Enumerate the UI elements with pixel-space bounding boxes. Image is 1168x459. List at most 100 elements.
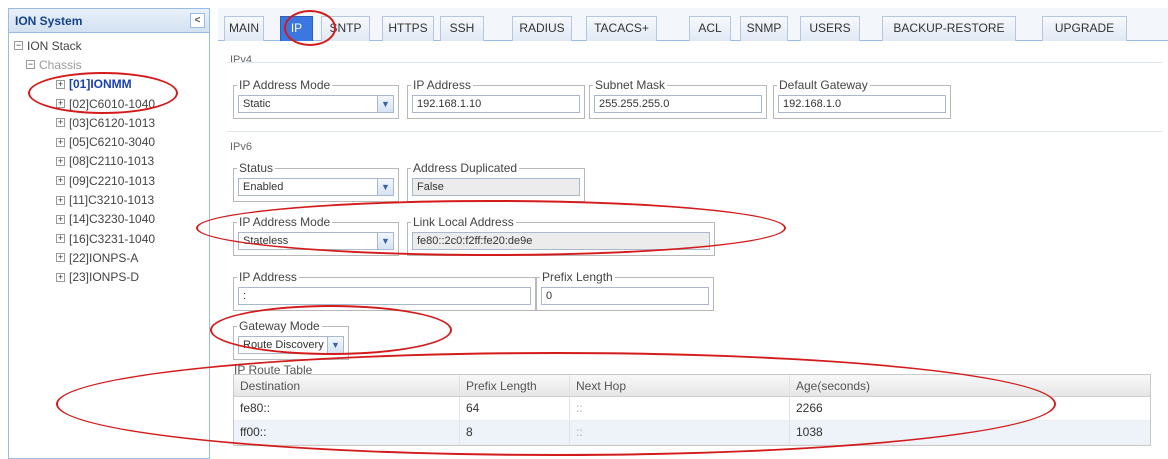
tree-item-module[interactable]: + [16]C3231-1040 — [12, 229, 209, 248]
ipv6-mode-value: Stateless — [243, 235, 289, 247]
expand-toggle-icon[interactable]: + — [56, 99, 65, 109]
expand-toggle-icon[interactable]: + — [56, 137, 65, 147]
tree-item-module[interactable]: + [11]C3210-1013 — [12, 190, 209, 209]
prefix-length-fieldset: Prefix Length 0 — [536, 270, 714, 311]
chevron-down-icon[interactable]: ▼ — [327, 337, 343, 353]
expand-toggle-icon[interactable]: + — [56, 79, 65, 89]
tree-item-label: [11]C3210-1013 — [69, 193, 155, 208]
chevron-down-icon[interactable]: ▼ — [377, 96, 393, 112]
tree-item-module[interactable]: + [02]C6010-1040 — [12, 94, 209, 113]
link-local-address-label: Link Local Address — [411, 215, 516, 229]
table-cell: 2266 — [796, 401, 823, 415]
tab-https[interactable]: HTTPS — [382, 16, 434, 41]
default-gateway-input[interactable]: 192.168.1.0 — [778, 95, 946, 113]
chevron-down-icon[interactable]: ▼ — [377, 179, 393, 195]
tab-backup-restore[interactable]: BACKUP-RESTORE — [882, 16, 1016, 41]
tree-item-label: [09]C2210-1013 — [69, 173, 156, 188]
tree-item-module[interactable]: + [22]IONPS-A — [12, 248, 209, 267]
ipv4-mode-select[interactable]: Static ▼ — [238, 95, 394, 113]
expand-toggle-icon[interactable]: + — [56, 195, 65, 205]
tab-bar: MAIN IP SNTP HTTPS SSH RADIUS TACACS+ AC… — [218, 8, 1168, 41]
tree-item-label: [14]C3230-1040 — [69, 212, 156, 227]
column-header[interactable]: Destination — [234, 375, 460, 396]
ipv6-mode-label: IP Address Mode — [237, 215, 333, 229]
address-duplicated-label: Address Duplicated — [411, 161, 520, 175]
table-header: Destination Prefix Length Next Hop Age(s… — [234, 375, 1150, 397]
ipv6-address-fieldset: IP Address : — [233, 270, 536, 311]
ipv6-status-fieldset: Status Enabled ▼ — [233, 161, 399, 202]
ipv6-status-value: Enabled — [243, 181, 284, 193]
prefix-length-label: Prefix Length — [540, 270, 615, 284]
table-cell: 1038 — [796, 425, 823, 439]
collapse-icon[interactable]: < — [190, 13, 205, 28]
tree-item-label: [05]C6210-3040 — [69, 135, 156, 150]
expand-toggle-icon[interactable]: + — [56, 156, 65, 166]
collapse-toggle-icon[interactable]: − — [14, 41, 23, 51]
ipv6-section-label: IPv6 — [230, 141, 253, 153]
default-gateway-label: Default Gateway — [777, 78, 870, 92]
column-header[interactable]: Prefix Length — [460, 375, 570, 396]
table-cell: 8 — [460, 421, 570, 444]
ipv4-address-label: IP Address — [411, 78, 473, 92]
expand-toggle-icon[interactable]: + — [56, 253, 65, 263]
column-header[interactable]: Next Hop — [570, 375, 790, 396]
tree-item-module[interactable]: + [14]C3230-1040 — [12, 210, 209, 229]
expand-toggle-icon[interactable]: + — [56, 234, 65, 244]
tree-item-module[interactable]: + [09]C2210-1013 — [12, 171, 209, 190]
collapse-toggle-icon[interactable]: − — [26, 60, 35, 70]
link-local-address-field: fe80::2c0:f2ff:fe20:de9e — [412, 232, 710, 250]
ipv6-mode-fieldset: IP Address Mode Stateless ▼ — [233, 215, 399, 256]
expand-toggle-icon[interactable]: + — [56, 214, 65, 224]
table-cell: ff00:: — [234, 421, 460, 444]
tree-item-label: [16]C3231-1040 — [69, 231, 156, 246]
tree-item-module[interactable]: + [23]IONPS-D — [12, 268, 209, 287]
tree-item-label: [02]C6010-1040 — [69, 96, 156, 111]
tab-upgrade[interactable]: UPGRADE — [1042, 16, 1127, 41]
tree-item-label: ION Stack — [27, 38, 82, 53]
tab-tacacs[interactable]: TACACS+ — [586, 16, 657, 41]
subnet-mask-input[interactable]: 255.255.255.0 — [594, 95, 762, 113]
tab-main[interactable]: MAIN — [224, 16, 264, 41]
prefix-length-input[interactable]: 0 — [541, 287, 709, 305]
ipv6-mode-select[interactable]: Stateless ▼ — [238, 232, 394, 250]
tree-item-label: [22]IONPS-A — [69, 250, 139, 265]
chevron-down-icon[interactable]: ▼ — [377, 233, 393, 249]
ipv4-address-input[interactable]: 192.168.1.10 — [412, 95, 580, 113]
subnet-mask-label: Subnet Mask — [593, 78, 668, 92]
gateway-mode-fieldset: Gateway Mode Route Discovery ▼ — [233, 319, 349, 360]
link-local-address-fieldset: Link Local Address fe80::2c0:f2ff:fe20:d… — [407, 215, 715, 256]
divider — [227, 62, 1162, 63]
tab-acl[interactable]: ACL — [689, 16, 731, 41]
tab-radius[interactable]: RADIUS — [512, 16, 572, 41]
sidebar: ION System < − ION Stack − Chassis + [01… — [8, 8, 210, 459]
divider — [227, 131, 1162, 132]
expand-toggle-icon[interactable]: + — [56, 176, 65, 186]
column-header[interactable]: Age(seconds) — [790, 375, 1150, 396]
table-row[interactable]: ff00:: 8 :: 1038 — [234, 421, 1150, 445]
tree-item-ionmm[interactable]: + [01]IONMM — [12, 75, 209, 94]
tree-item-label: Chassis — [39, 57, 82, 72]
tree: − ION Stack − Chassis + [01]IONMM + [02]… — [9, 33, 209, 287]
ipv6-status-label: Status — [237, 161, 276, 175]
tab-users[interactable]: USERS — [800, 16, 860, 41]
ipv6-status-select[interactable]: Enabled ▼ — [238, 178, 394, 196]
tab-sntp[interactable]: SNTP — [321, 16, 370, 41]
sidebar-title: ION System — [15, 14, 83, 28]
tree-item-module[interactable]: + [08]C2110-1013 — [12, 152, 209, 171]
tree-item-module[interactable]: + [05]C6210-3040 — [12, 132, 209, 151]
tab-ip[interactable]: IP — [280, 16, 313, 41]
ipv4-section-label: IPv4 — [230, 54, 253, 66]
ipv6-address-input[interactable]: : — [238, 287, 531, 305]
table-row[interactable]: fe80:: 64 :: 2266 — [234, 397, 1150, 421]
expand-toggle-icon[interactable]: + — [56, 118, 65, 128]
default-gateway-fieldset: Default Gateway 192.168.1.0 — [773, 78, 951, 119]
tree-item-ion-stack[interactable]: − ION Stack — [12, 36, 209, 55]
address-duplicated-fieldset: Address Duplicated False — [407, 161, 585, 202]
tab-snmp[interactable]: SNMP — [740, 16, 788, 41]
gateway-mode-select[interactable]: Route Discovery ▼ — [238, 336, 344, 354]
tree-item-chassis[interactable]: − Chassis — [12, 55, 209, 74]
expand-toggle-icon[interactable]: + — [56, 272, 65, 282]
tree-item-label: [01]IONMM — [69, 77, 132, 92]
tab-ssh[interactable]: SSH — [440, 16, 484, 41]
tree-item-module[interactable]: + [03]C6120-1013 — [12, 113, 209, 132]
